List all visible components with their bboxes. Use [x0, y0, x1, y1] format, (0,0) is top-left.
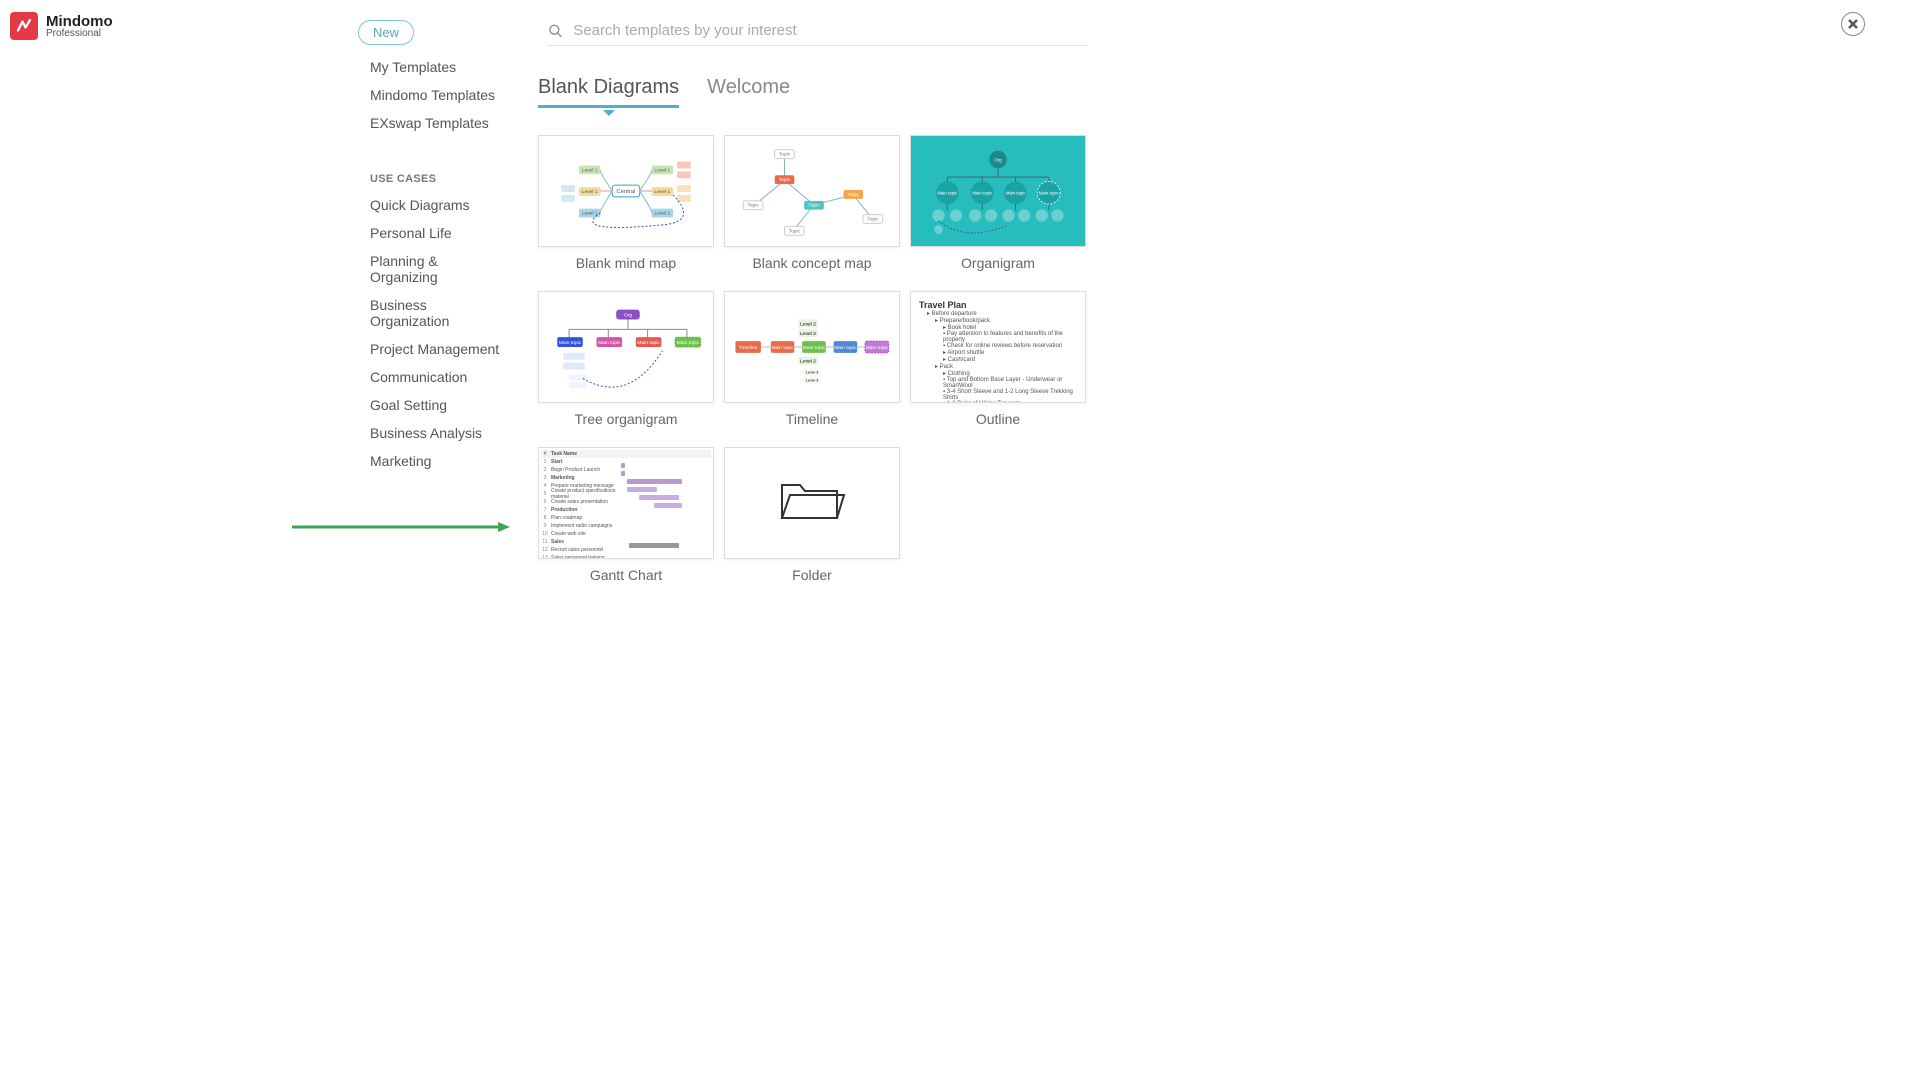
- svg-text:Main topic: Main topic: [1039, 191, 1060, 196]
- svg-text:Topic: Topic: [808, 203, 820, 209]
- template-label: Blank mind map: [538, 255, 714, 271]
- svg-text:Timeline: Timeline: [739, 345, 758, 351]
- svg-text:Main topic: Main topic: [866, 345, 889, 351]
- svg-text:Main topic: Main topic: [834, 345, 857, 351]
- svg-text:Level 3: Level 3: [806, 377, 819, 382]
- close-button[interactable]: [1841, 12, 1865, 36]
- nav-new[interactable]: New: [358, 20, 414, 45]
- svg-text:Main topic: Main topic: [771, 345, 794, 351]
- nav-business-analysis[interactable]: Business Analysis: [358, 419, 518, 447]
- search-icon: [548, 23, 563, 39]
- logo-text: Mindomo Professional: [46, 14, 113, 39]
- nav-quick-diagrams[interactable]: Quick Diagrams: [358, 191, 518, 219]
- brand-sub: Professional: [46, 29, 113, 39]
- template-folder[interactable]: Folder: [724, 447, 900, 583]
- svg-text:Topic: Topic: [779, 177, 791, 183]
- thumb-outline: Travel Plan ▸ Before departure ▸ Prepare…: [910, 291, 1086, 403]
- svg-text:Level 1: Level 1: [654, 211, 670, 217]
- svg-text:Main topic: Main topic: [677, 340, 700, 346]
- nav-planning-organizing[interactable]: Planning & Organizing: [358, 247, 518, 291]
- templates-grid: Central Level 1 Level 1 Level 1 Level 1 …: [538, 135, 1086, 583]
- svg-text:Level 2: Level 2: [800, 321, 816, 327]
- svg-text:Level 1: Level 1: [654, 167, 670, 173]
- nav-personal-life[interactable]: Personal Life: [358, 219, 518, 247]
- svg-text:Level 2: Level 2: [800, 331, 816, 337]
- nav-exswap-templates[interactable]: EXswap Templates: [358, 109, 518, 137]
- nav-business-organization[interactable]: Business Organization: [358, 291, 518, 335]
- svg-text:Topic: Topic: [848, 192, 860, 198]
- template-label: Outline: [910, 411, 1086, 427]
- svg-text:Level 3: Level 3: [806, 370, 819, 375]
- nav-usecases-header: USE CASES: [358, 167, 518, 191]
- tab-blank-diagrams[interactable]: Blank Diagrams: [538, 76, 679, 107]
- annotation-arrow-icon: [292, 522, 510, 532]
- thumb-gantt-chart: # Task Name 1Start 2Begin Product Launch…: [538, 447, 714, 559]
- thumb-organigram: Org Main topic Main topic Main topic Mai…: [910, 135, 1086, 247]
- template-outline[interactable]: Travel Plan ▸ Before departure ▸ Prepare…: [910, 291, 1086, 427]
- svg-text:Main topic: Main topic: [559, 340, 582, 346]
- brand-name: Mindomo: [46, 14, 113, 29]
- svg-text:Main topic: Main topic: [803, 345, 826, 351]
- search-input[interactable]: [573, 22, 1088, 39]
- svg-text:Level 1: Level 1: [582, 211, 598, 217]
- nav-marketing[interactable]: Marketing: [358, 447, 518, 475]
- svg-text:Central: Central: [617, 189, 636, 195]
- thumb-blank-mind-map: Central Level 1 Level 1 Level 1 Level 1 …: [538, 135, 714, 247]
- svg-text:Main topic: Main topic: [937, 191, 958, 196]
- svg-text:Org: Org: [624, 313, 632, 319]
- nav-mindomo-templates[interactable]: Mindomo Templates: [358, 81, 518, 109]
- left-nav: New My Templates Mindomo Templates EXswa…: [358, 20, 518, 475]
- tab-welcome[interactable]: Welcome: [707, 76, 790, 107]
- thumb-folder: [724, 447, 900, 559]
- tabs: Blank Diagrams Welcome: [538, 76, 790, 107]
- template-label: Blank concept map: [724, 255, 900, 271]
- template-blank-concept-map[interactable]: Topic Topic Topic Topic Topic Topic Topi…: [724, 135, 900, 271]
- svg-text:Level 1: Level 1: [582, 189, 598, 195]
- svg-text:Level 1: Level 1: [654, 189, 670, 195]
- template-label: Timeline: [724, 411, 900, 427]
- outline-title: Travel Plan: [919, 300, 1077, 310]
- svg-text:Topic: Topic: [747, 203, 759, 209]
- template-label: Folder: [724, 567, 900, 583]
- template-timeline[interactable]: Timeline Main topic Main topic Main topi…: [724, 291, 900, 427]
- svg-text:Main topic: Main topic: [972, 191, 993, 196]
- svg-text:Main topic: Main topic: [598, 340, 621, 346]
- nav-goal-setting[interactable]: Goal Setting: [358, 391, 518, 419]
- template-gantt-chart[interactable]: # Task Name 1Start 2Begin Product Launch…: [538, 447, 714, 583]
- nav-my-templates[interactable]: My Templates: [358, 53, 518, 81]
- logo-area: Mindomo Professional: [10, 12, 113, 40]
- logo-icon: [10, 12, 38, 40]
- svg-text:Org: Org: [994, 157, 1002, 162]
- template-blank-mind-map[interactable]: Central Level 1 Level 1 Level 1 Level 1 …: [538, 135, 714, 271]
- template-tree-organigram[interactable]: Org Main topic Main topic Main topic Mai…: [538, 291, 714, 427]
- svg-text:Main topic: Main topic: [1006, 191, 1027, 196]
- close-icon: [1847, 18, 1859, 30]
- svg-text:Main topic: Main topic: [637, 340, 660, 346]
- thumb-timeline: Timeline Main topic Main topic Main topi…: [724, 291, 900, 403]
- svg-text:Topic: Topic: [779, 152, 791, 158]
- nav-communication[interactable]: Communication: [358, 363, 518, 391]
- svg-text:Topic: Topic: [867, 216, 879, 222]
- template-label: Organigram: [910, 255, 1086, 271]
- template-label: Tree organigram: [538, 411, 714, 427]
- thumb-tree-organigram: Org Main topic Main topic Main topic Mai…: [538, 291, 714, 403]
- thumb-blank-concept-map: Topic Topic Topic Topic Topic Topic Topi…: [724, 135, 900, 247]
- svg-text:Topic: Topic: [789, 228, 801, 234]
- template-organigram[interactable]: Org Main topic Main topic Main topic Mai…: [910, 135, 1086, 271]
- template-label: Gantt Chart: [538, 567, 714, 583]
- svg-text:Level 1: Level 1: [582, 167, 598, 173]
- svg-text:Level 2: Level 2: [800, 359, 816, 365]
- search-area: [548, 22, 1088, 46]
- nav-project-management[interactable]: Project Management: [358, 335, 518, 363]
- folder-icon: [772, 473, 852, 533]
